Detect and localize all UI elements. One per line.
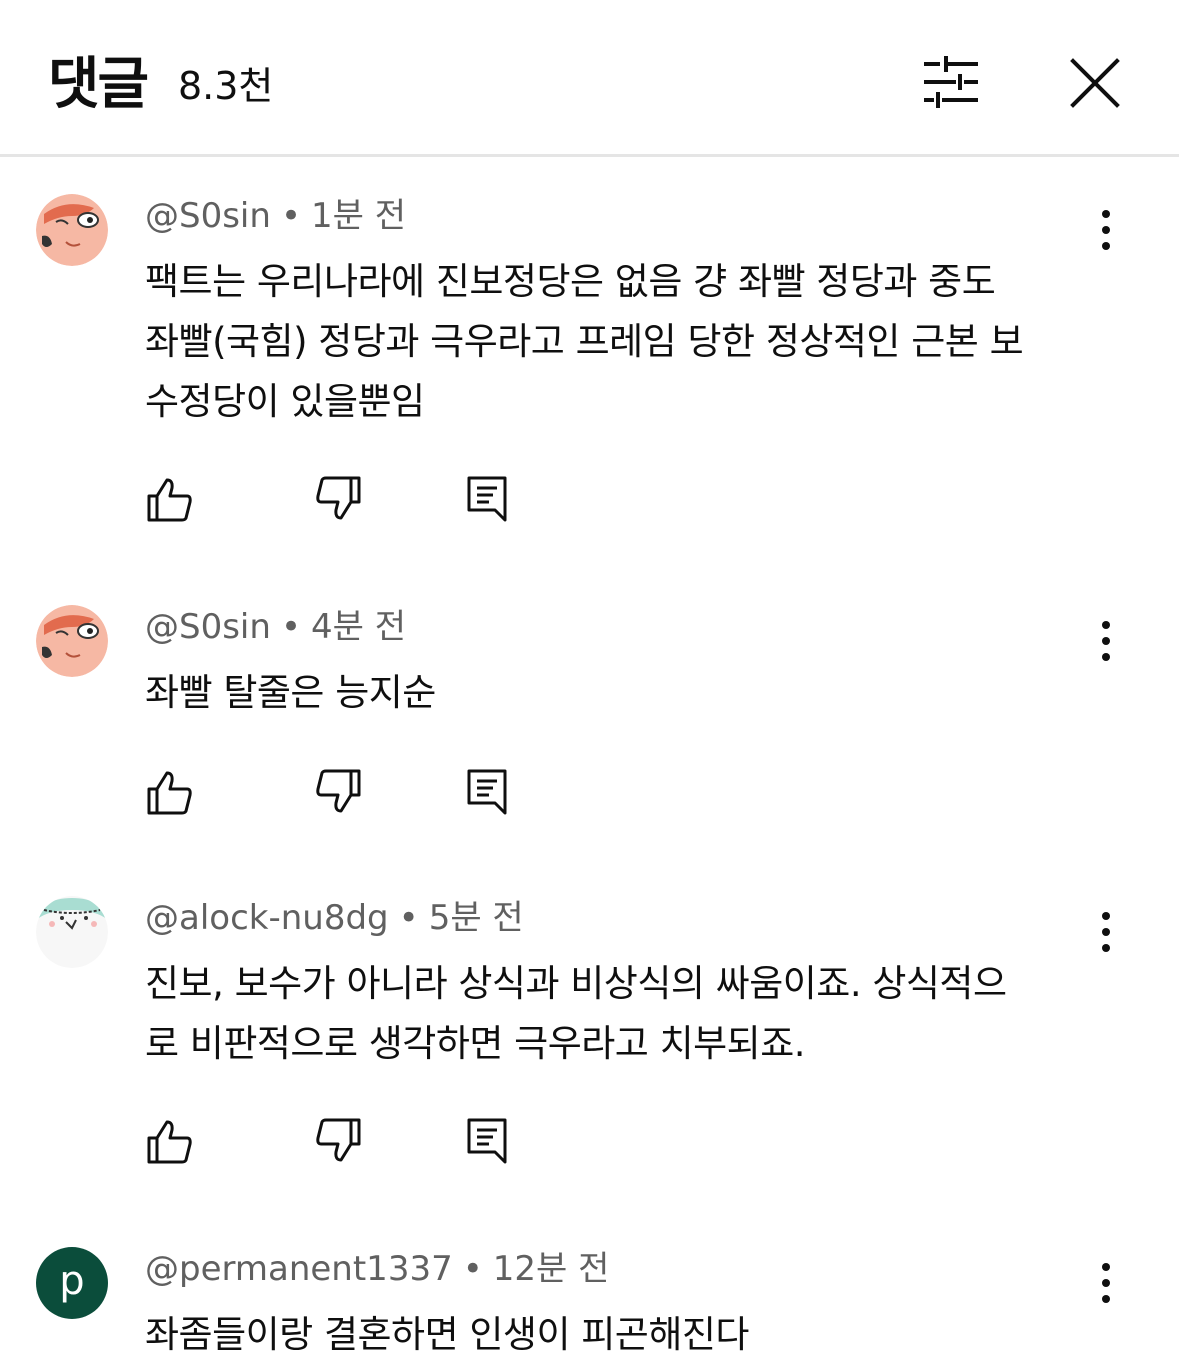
avatar[interactable] [36, 896, 108, 968]
more-vertical-icon [1102, 210, 1110, 250]
thumbs-down-icon [316, 1118, 361, 1162]
comment-meta: @permanent1337 • 12분 전 [145, 1247, 609, 1291]
like-button[interactable] [145, 767, 195, 817]
cartoon-face-avatar-icon [36, 194, 108, 266]
thumbs-up-icon [147, 771, 192, 815]
more-options-button[interactable] [1086, 1257, 1126, 1313]
more-vertical-icon [1102, 621, 1110, 661]
comments-header: 댓글 8.3천 [0, 0, 1179, 156]
reply-button[interactable] [463, 1116, 513, 1166]
meta-separator: • [398, 898, 419, 938]
comment-text-line: 좌좀들이랑 결혼하면 인생이 피곤해진다 [145, 1313, 749, 1351]
dislike-button[interactable] [313, 1116, 363, 1166]
comment-time: 5분 전 [428, 898, 524, 938]
mint-hair-face-avatar-icon [36, 896, 108, 968]
more-options-button[interactable] [1086, 615, 1126, 671]
comments-count: 8.3천 [178, 64, 274, 108]
comment-text-line: 로 비판적으로 생각하면 극우라고 치부되죠. [145, 1022, 806, 1065]
more-options-button[interactable] [1086, 204, 1126, 260]
thumbs-down-icon [316, 769, 361, 813]
comment-text: 좌빨 탈줄은 능지순 [145, 663, 1105, 723]
comment-text-line: 좌빨(국힘) 정당과 극우라고 프레임 당한 정상적인 근본 보 [145, 320, 1024, 363]
comment-author[interactable]: @S0sin [145, 196, 271, 236]
avatar[interactable] [36, 194, 108, 266]
comment-meta: @S0sin • 1분 전 [145, 194, 406, 238]
comment-time: 1분 전 [311, 196, 406, 236]
comment-text-line: 진보, 보수가 아니라 상식과 비상식의 싸움이죠. 상식적으 [145, 962, 1007, 1005]
comment-author[interactable]: @alock-nu8dg [145, 898, 389, 938]
thumbs-up-icon [147, 1120, 192, 1164]
comment-time: 4분 전 [311, 607, 406, 647]
comments-title: 댓글 [48, 52, 149, 117]
more-vertical-icon [1102, 1263, 1110, 1303]
sliders-icon [924, 56, 978, 108]
comment-text-line: 팩트는 우리나라에 진보정당은 없음 걍 좌빨 정당과 중도 [145, 260, 996, 303]
meta-separator: • [462, 1249, 483, 1289]
comment-meta: @alock-nu8dg • 5분 전 [145, 896, 524, 940]
reply-button[interactable] [463, 767, 513, 817]
like-button[interactable] [145, 1116, 195, 1166]
comments-panel: 댓글 8.3천 @S0sin • 1분 전 팩트는 우리나라에 진보정당은 없음… [0, 0, 1179, 1351]
comment-actions [145, 1116, 545, 1168]
close-button[interactable] [1062, 50, 1128, 116]
sort-filter-button[interactable] [916, 50, 986, 114]
meta-separator: • [280, 196, 301, 236]
thumbs-down-icon [316, 476, 361, 520]
reply-comment-icon [467, 476, 507, 522]
comment-actions [145, 767, 545, 819]
cartoon-face-avatar-icon [36, 605, 108, 677]
reply-comment-icon [467, 1118, 507, 1164]
avatar[interactable]: p [36, 1247, 108, 1319]
comment-text: 좌좀들이랑 결혼하면 인생이 피곤해진다 [145, 1305, 1105, 1351]
dislike-button[interactable] [313, 474, 363, 524]
more-options-button[interactable] [1086, 906, 1126, 962]
comment-actions [145, 474, 545, 526]
comment-author[interactable]: @S0sin [145, 607, 271, 647]
comment-time: 12분 전 [492, 1249, 610, 1289]
comment-text-line: 수정당이 있을뿐임 [145, 380, 425, 423]
avatar[interactable] [36, 605, 108, 677]
reply-comment-icon [467, 769, 507, 815]
more-vertical-icon [1102, 912, 1110, 952]
header-divider [0, 154, 1179, 157]
comment-text: 팩트는 우리나라에 진보정당은 없음 걍 좌빨 정당과 중도 좌빨(국힘) 정당… [145, 252, 1105, 432]
close-icon [1070, 58, 1120, 108]
dislike-button[interactable] [313, 767, 363, 817]
comment-meta: @S0sin • 4분 전 [145, 605, 406, 649]
thumbs-up-icon [147, 478, 192, 522]
comment-author[interactable]: @permanent1337 [145, 1249, 453, 1289]
meta-separator: • [280, 607, 301, 647]
reply-button[interactable] [463, 474, 513, 524]
comment-text-line: 좌빨 탈줄은 능지순 [145, 671, 436, 714]
like-button[interactable] [145, 474, 195, 524]
comment-text: 진보, 보수가 아니라 상식과 비상식의 싸움이죠. 상식적으 로 비판적으로 … [145, 954, 1105, 1074]
